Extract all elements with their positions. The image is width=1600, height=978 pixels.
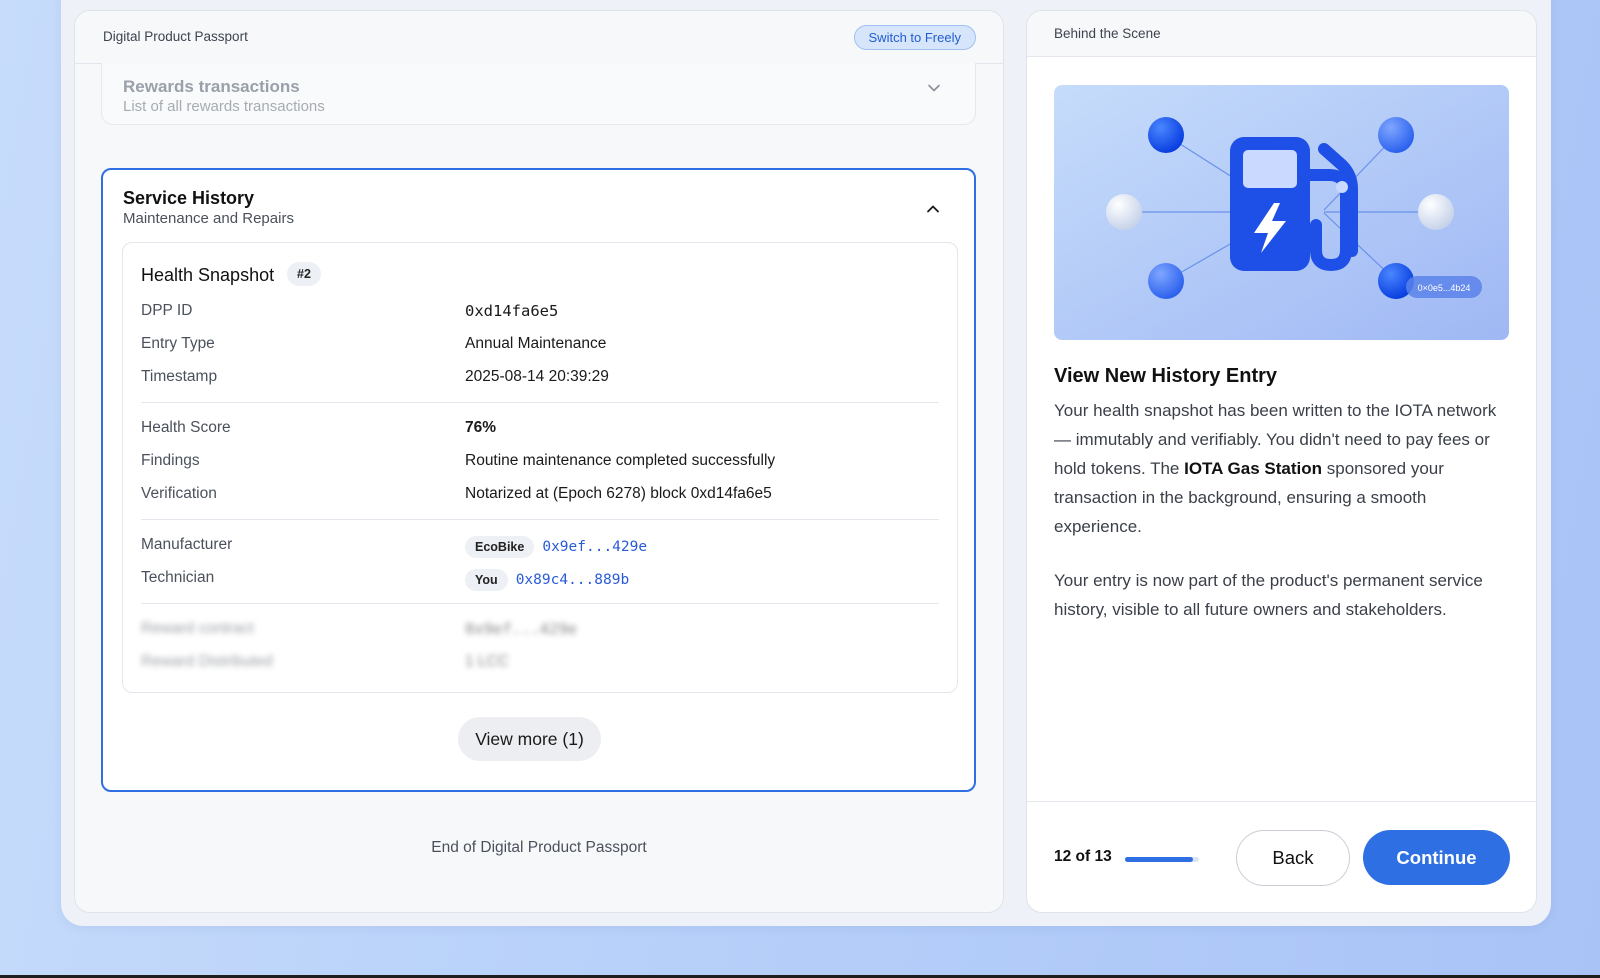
gas-station-emphasis: IOTA Gas Station	[1184, 459, 1323, 478]
address-chip-text: 0×0e5...4b24	[1418, 283, 1471, 293]
digital-product-passport-panel: Digital Product Passport Switch to Freel…	[74, 10, 1004, 913]
health-score-row: Health Score 76%	[141, 419, 941, 441]
panel-title: Behind the Scene	[1054, 26, 1161, 41]
snapshot-title: Health Snapshot	[141, 265, 275, 285]
reward-distributed-label: Reward Distributed	[141, 653, 273, 670]
divider	[141, 402, 939, 403]
manufacturer-value: EcoBike 0x9ef...429e	[465, 536, 647, 558]
back-button[interactable]: Back	[1236, 830, 1350, 886]
manufacturer-row: Manufacturer EcoBike 0x9ef...429e	[141, 536, 941, 558]
step-counter: 12 of 13	[1054, 848, 1112, 865]
continue-button[interactable]: Continue	[1363, 830, 1510, 885]
entry-type-row: Entry Type Annual Maintenance	[141, 335, 941, 357]
reward-distributed-row: Reward Distributed 1 LCC	[141, 653, 941, 675]
panel-header: Behind the Scene	[1027, 11, 1536, 57]
rewards-subtitle: List of all rewards transactions	[123, 98, 325, 115]
reward-distributed-value: 1 LCC	[465, 653, 509, 670]
manufacturer-address-link[interactable]: 0x9ef...429e	[542, 539, 647, 555]
health-score-label: Health Score	[141, 419, 231, 436]
gas-station-network-illustration: 0×0e5...4b24	[1054, 85, 1509, 340]
snapshot-number-badge: #2	[287, 262, 321, 286]
panel-header: Digital Product Passport Switch to Freel…	[75, 11, 1003, 64]
reward-contract-label: Reward contract	[141, 620, 254, 637]
progress-fill	[1125, 857, 1194, 862]
footer-divider	[1027, 801, 1536, 802]
reward-contract-link: 0x9ef...429e	[465, 620, 577, 638]
hero-illustration: 0×0e5...4b24	[1054, 85, 1509, 340]
service-history-subtitle: Maintenance and Repairs	[123, 210, 294, 227]
reward-contract-row: Reward contract 0x9ef...429e	[141, 620, 941, 642]
findings-row: Findings Routine maintenance completed s…	[141, 452, 941, 474]
view-more-button[interactable]: View more (1)	[458, 717, 601, 761]
manufacturer-tag: EcoBike	[465, 536, 535, 558]
dpp-id-label: DPP ID	[141, 302, 193, 319]
entry-type-label: Entry Type	[141, 335, 215, 352]
technician-address-link[interactable]: 0x89c4...889b	[516, 572, 630, 588]
timestamp-value: 2025-08-14 20:39:29	[465, 368, 609, 385]
switch-to-freely-button[interactable]: Switch to Freely	[853, 25, 976, 50]
chevron-up-icon[interactable]	[926, 202, 940, 216]
entry-type-value: Annual Maintenance	[465, 335, 607, 352]
progress-bar	[1125, 857, 1199, 862]
technician-value: You 0x89c4...889b	[465, 569, 629, 591]
findings-label: Findings	[141, 452, 200, 469]
findings-value: Routine maintenance completed successful…	[465, 452, 776, 469]
service-history-title: Service History	[123, 188, 255, 208]
divider	[141, 519, 939, 520]
technician-row: Technician You 0x89c4...889b	[141, 569, 941, 591]
timestamp-row: Timestamp 2025-08-14 20:39:29	[141, 368, 941, 390]
dpp-id-row: DPP ID 0xd14fa6e5	[141, 302, 941, 324]
description-paragraph-1: Your health snapshot has been written to…	[1054, 396, 1510, 541]
dpp-id-link[interactable]: 0xd14fa6e5	[465, 302, 558, 320]
description-paragraph-2: Your entry is now part of the product's …	[1054, 571, 1483, 619]
verification-value: Notarized at (Epoch 6278) block 0xd14fa6…	[465, 485, 772, 502]
timestamp-label: Timestamp	[141, 368, 218, 385]
panel-title: Digital Product Passport	[103, 29, 248, 44]
verification-row: Verification Notarized at (Epoch 6278) b…	[141, 485, 941, 507]
service-history-accordion: Service History Maintenance and Repairs …	[101, 168, 976, 792]
rewards-title: Rewards transactions	[123, 77, 300, 96]
verification-label: Verification	[141, 485, 217, 502]
behind-the-scene-panel: Behind the Scene 0×0e5...4b24 View New H…	[1026, 10, 1537, 913]
technician-tag: You	[465, 569, 508, 591]
address-chip: 0×0e5...4b24	[1406, 276, 1482, 298]
rewards-transactions-accordion[interactable]: Rewards transactions List of all rewards…	[101, 63, 976, 125]
technician-label: Technician	[141, 569, 215, 586]
health-snapshot-card: Health Snapshot #2 DPP ID 0xd14fa6e5 Ent…	[122, 242, 958, 693]
chevron-down-icon[interactable]	[927, 81, 941, 95]
manufacturer-label: Manufacturer	[141, 536, 233, 553]
health-score-value: 76%	[465, 419, 497, 436]
section-heading: View New History Entry	[1054, 365, 1278, 387]
divider	[141, 603, 939, 604]
end-of-passport-text: End of Digital Product Passport	[431, 839, 647, 856]
